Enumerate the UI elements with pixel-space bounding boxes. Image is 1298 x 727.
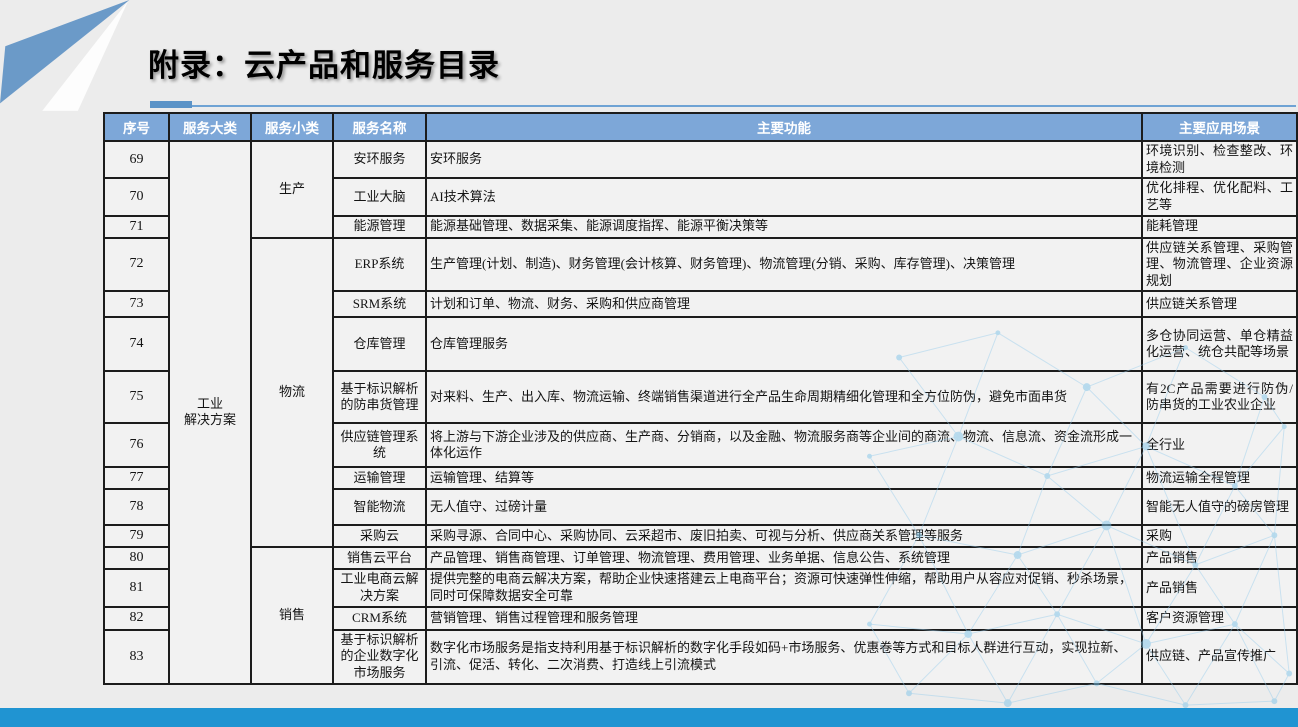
table-row: 72 物流 ERP系统 生产管理(计划、制造)、财务管理(会计核算、财务管理)、… xyxy=(104,238,1297,292)
functions-cell: 提供完整的电商云解决方案，帮助企业快速搭建云上电商平台；资源可快速弹性伸缩，帮助… xyxy=(426,569,1142,606)
table-row: 69 工业 解决方案 生产 安环服务 安环服务 环境识别、检查整改、环境检测 xyxy=(104,141,1297,178)
row-number-cell: 72 xyxy=(104,238,169,292)
functions-cell: 将上游与下游企业涉及的供应商、生产商、分销商，以及金融、物流服务商等企业间的商流… xyxy=(426,423,1142,467)
page-title: 附录：云产品和服务目录 xyxy=(148,40,500,85)
row-number-cell: 70 xyxy=(104,178,169,215)
subcategory-cell: 生产 xyxy=(251,141,333,238)
scenarios-cell: 智能无人值守的磅房管理 xyxy=(1142,489,1297,525)
service-name-cell: CRM系统 xyxy=(333,607,426,630)
service-name-cell: 智能物流 xyxy=(333,489,426,525)
service-name-cell: 能源管理 xyxy=(333,216,426,238)
row-number-cell: 75 xyxy=(104,371,169,423)
scenarios-cell: 供应链关系管理、采购管理、物流管理、企业资源规划 xyxy=(1142,238,1297,292)
functions-cell: 生产管理(计划、制造)、财务管理(会计核算、财务管理)、物流管理(分销、采购、库… xyxy=(426,238,1142,292)
service-name-cell: 工业电商云解决方案 xyxy=(333,569,426,606)
service-name-cell: 采购云 xyxy=(333,525,426,547)
scenarios-cell: 有2C产品需要进行防伪/防串货的工业农业企业 xyxy=(1142,371,1297,423)
table-row: 80 销售 销售云平台 产品管理、销售商管理、订单管理、物流管理、费用管理、业务… xyxy=(104,547,1297,569)
subcategory-cell: 销售 xyxy=(251,547,333,683)
catalog-table: 序号 服务大类 服务小类 服务名称 主要功能 主要应用场景 69 工业 解决方案… xyxy=(103,112,1298,685)
scenarios-cell: 产品销售 xyxy=(1142,547,1297,569)
service-name-cell: 销售云平台 xyxy=(333,547,426,569)
title-divider-accent xyxy=(150,101,192,108)
service-name-cell: 运输管理 xyxy=(333,467,426,489)
functions-cell: 能源基础管理、数据采集、能源调度指挥、能源平衡决策等 xyxy=(426,216,1142,238)
header-application-scenarios: 主要应用场景 xyxy=(1142,113,1297,141)
row-number-cell: 71 xyxy=(104,216,169,238)
service-name-cell: SRM系统 xyxy=(333,291,426,317)
header-serial-number: 序号 xyxy=(104,113,169,141)
title-divider-line xyxy=(150,105,1296,107)
service-name-cell: 安环服务 xyxy=(333,141,426,178)
functions-cell: AI技术算法 xyxy=(426,178,1142,215)
row-number-cell: 80 xyxy=(104,547,169,569)
category-label-line2: 解决方案 xyxy=(184,412,236,427)
row-number-cell: 73 xyxy=(104,291,169,317)
scenarios-cell: 采购 xyxy=(1142,525,1297,547)
row-number-cell: 79 xyxy=(104,525,169,547)
scenarios-cell: 客户资源管理 xyxy=(1142,607,1297,630)
functions-cell: 无人值守、过磅计量 xyxy=(426,489,1142,525)
scenarios-cell: 供应链、产品宣传推广 xyxy=(1142,630,1297,684)
functions-cell: 计划和订单、物流、财务、采购和供应商管理 xyxy=(426,291,1142,317)
functions-cell: 运输管理、结算等 xyxy=(426,467,1142,489)
functions-cell: 仓库管理服务 xyxy=(426,317,1142,371)
service-name-cell: 供应链管理系统 xyxy=(333,423,426,467)
scenarios-cell: 环境识别、检查整改、环境检测 xyxy=(1142,141,1297,178)
scenarios-cell: 供应链关系管理 xyxy=(1142,291,1297,317)
row-number-cell: 82 xyxy=(104,607,169,630)
scenarios-cell: 物流运输全程管理 xyxy=(1142,467,1297,489)
scenarios-cell: 多仓协同运营、单仓精益化运营、统仓共配等场景 xyxy=(1142,317,1297,371)
functions-cell: 安环服务 xyxy=(426,141,1142,178)
functions-cell: 数字化市场服务是指支持利用基于标识解析的数字化手段如码+市场服务、优惠卷等方式和… xyxy=(426,630,1142,684)
scenarios-cell: 优化排程、优化配料、工艺等 xyxy=(1142,178,1297,215)
bottom-accent-bar xyxy=(0,708,1298,727)
header-service-category: 服务大类 xyxy=(169,113,251,141)
service-name-cell: ERP系统 xyxy=(333,238,426,292)
service-name-cell: 仓库管理 xyxy=(333,317,426,371)
functions-cell: 采购寻源、合同中心、采购协同、云采超市、废旧拍卖、可视与分析、供应商关系管理等服… xyxy=(426,525,1142,547)
corner-decoration xyxy=(0,0,140,115)
table-header-row: 序号 服务大类 服务小类 服务名称 主要功能 主要应用场景 xyxy=(104,113,1297,141)
scenarios-cell: 全行业 xyxy=(1142,423,1297,467)
subcategory-cell: 物流 xyxy=(251,238,333,548)
catalog-table-container: 序号 服务大类 服务小类 服务名称 主要功能 主要应用场景 69 工业 解决方案… xyxy=(103,112,1298,685)
service-name-cell: 工业大脑 xyxy=(333,178,426,215)
header-main-functions: 主要功能 xyxy=(426,113,1142,141)
row-number-cell: 83 xyxy=(104,630,169,684)
row-number-cell: 81 xyxy=(104,569,169,606)
header-service-subcategory: 服务小类 xyxy=(251,113,333,141)
functions-cell: 产品管理、销售商管理、订单管理、物流管理、费用管理、业务单据、信息公告、系统管理 xyxy=(426,547,1142,569)
service-name-cell: 基于标识解析的企业数字化市场服务 xyxy=(333,630,426,684)
functions-cell: 营销管理、销售过程管理和服务管理 xyxy=(426,607,1142,630)
row-number-cell: 76 xyxy=(104,423,169,467)
row-number-cell: 69 xyxy=(104,141,169,178)
row-number-cell: 77 xyxy=(104,467,169,489)
header-service-name: 服务名称 xyxy=(333,113,426,141)
row-number-cell: 74 xyxy=(104,317,169,371)
functions-cell: 对来料、生产、出入库、物流运输、终端销售渠道进行全产品生命周期精细化管理和全方位… xyxy=(426,371,1142,423)
category-label-line1: 工业 xyxy=(197,396,223,411)
category-cell: 工业 解决方案 xyxy=(169,141,251,684)
scenarios-cell: 能耗管理 xyxy=(1142,216,1297,238)
service-name-cell: 基于标识解析的防串货管理 xyxy=(333,371,426,423)
scenarios-cell: 产品销售 xyxy=(1142,569,1297,606)
row-number-cell: 78 xyxy=(104,489,169,525)
